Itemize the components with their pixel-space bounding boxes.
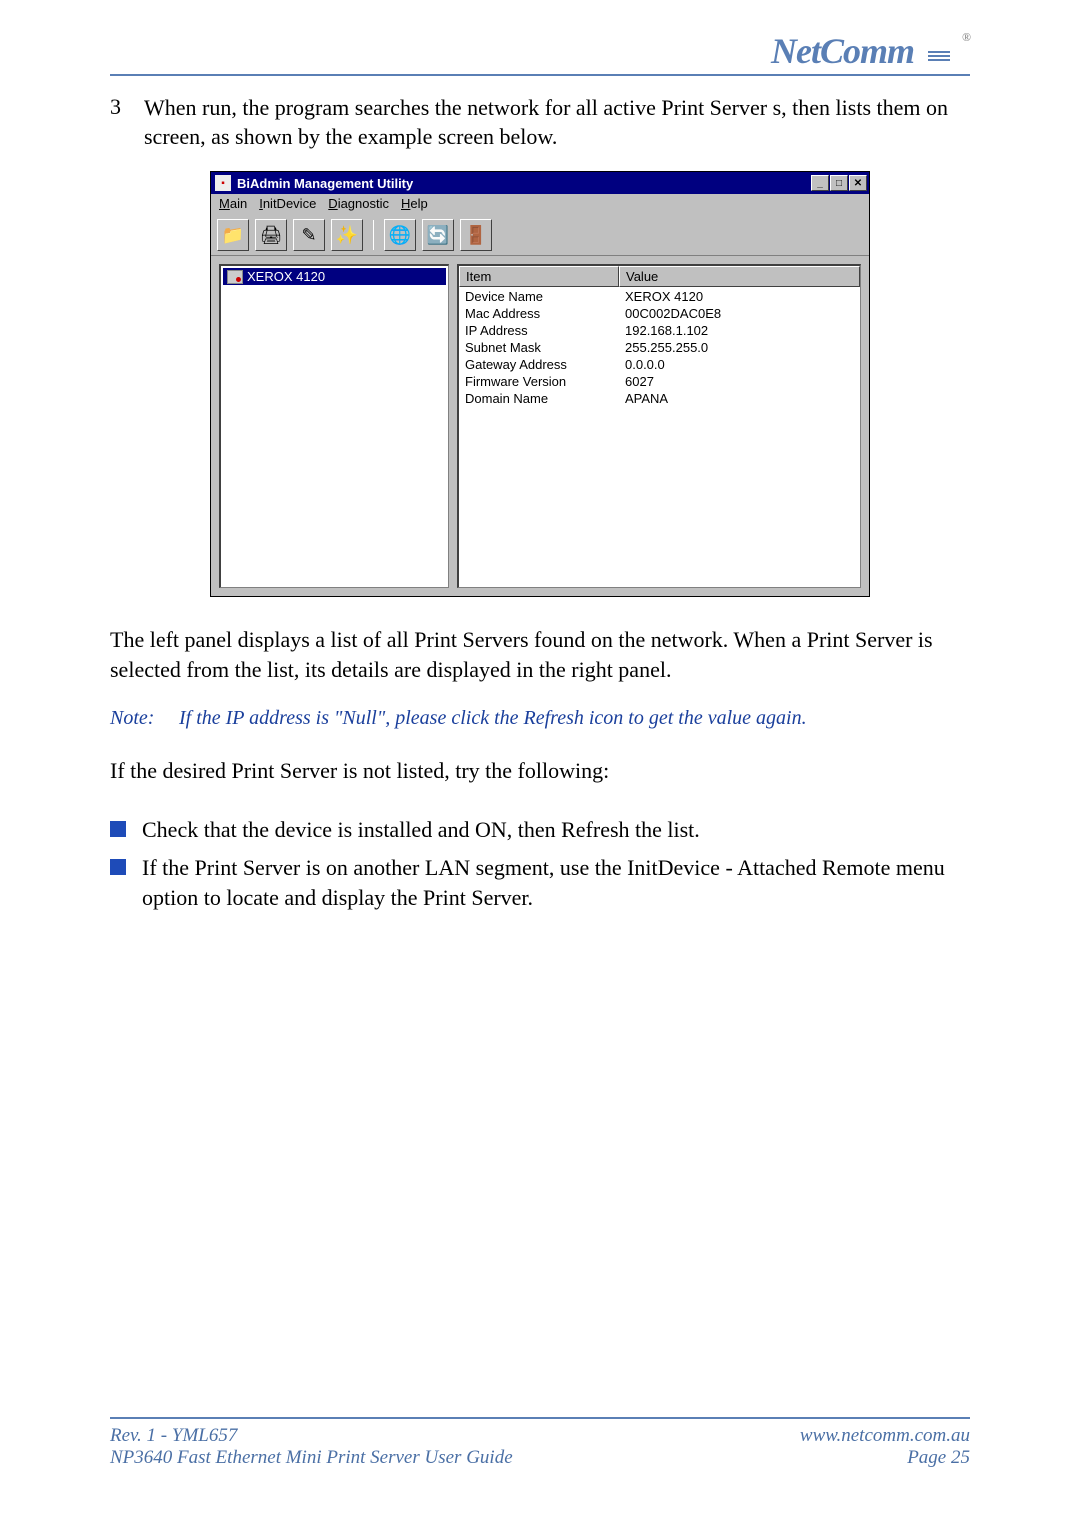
page-header: NetComm ® [110, 30, 970, 76]
detail-row[interactable]: Gateway Address0.0.0.0 [459, 357, 860, 374]
printer-icon [227, 270, 243, 284]
detail-item: Gateway Address [459, 357, 619, 374]
toolbar-btn-exit[interactable]: 🚪 [460, 219, 492, 251]
step-number: 3 [110, 94, 126, 151]
detail-row[interactable]: Mac Address00C002DAC0E8 [459, 306, 860, 323]
step-intro: 3 When run, the program searches the net… [110, 94, 970, 151]
close-button[interactable]: ✕ [849, 175, 867, 191]
minimize-button[interactable]: _ [811, 175, 829, 191]
detail-value: 255.255.255.0 [619, 340, 860, 357]
note: Note: If the IP address is "Null", pleas… [110, 707, 970, 730]
bullet-item: If the Print Server is on another LAN se… [110, 853, 970, 912]
toolbar-btn-3[interactable]: ✎ [293, 219, 325, 251]
detail-row[interactable]: Domain NameAPANA [459, 391, 860, 408]
detail-row[interactable]: Firmware Version6027 [459, 374, 860, 391]
bullet-list: Check that the device is installed and O… [110, 815, 970, 920]
footer: Rev. 1 - YML657 NP3640 Fast Ethernet Min… [110, 1417, 970, 1469]
bullet-item: Check that the device is installed and O… [110, 815, 970, 845]
right-pane: Item Value Device NameXEROX 4120Mac Addr… [457, 264, 861, 588]
app-window: ▪ BiAdmin Management Utility _ □ ✕ Main … [210, 171, 870, 597]
left-pane[interactable]: XEROX 4120 [219, 264, 449, 588]
detail-row[interactable]: IP Address192.168.1.102 [459, 323, 860, 340]
detail-value: 192.168.1.102 [619, 323, 860, 340]
detail-item: Firmware Version [459, 374, 619, 391]
paragraph-2: If the desired Print Server is not liste… [110, 756, 970, 786]
detail-value: 00C002DAC0E8 [619, 306, 860, 323]
footer-page: Page 25 [800, 1447, 970, 1469]
menu-diagnostic[interactable]: Diagnostic [328, 196, 389, 211]
toolbar-separator [373, 220, 374, 250]
footer-rev: Rev. 1 - YML657 [110, 1425, 513, 1447]
toolbar: 📁 🖨 ✎ ✨ 🌐 🔄 🚪 [211, 215, 869, 256]
toolbar-btn-4[interactable]: ✨ [331, 219, 363, 251]
footer-guide: NP3640 Fast Ethernet Mini Print Server U… [110, 1447, 513, 1469]
menubar: Main InitDevice Diagnostic Help [211, 194, 869, 215]
detail-value: APANA [619, 391, 860, 408]
paragraph-1: The left panel displays a list of all Pr… [110, 625, 970, 684]
detail-item: Mac Address [459, 306, 619, 323]
detail-rows: Device NameXEROX 4120Mac Address00C002DA… [459, 287, 860, 409]
note-text: If the IP address is "Null", please clic… [179, 707, 807, 729]
footer-url: www.netcomm.com.au [800, 1425, 970, 1447]
menu-help[interactable]: Help [401, 196, 428, 211]
window-title: BiAdmin Management Utility [237, 176, 811, 191]
detail-value: XEROX 4120 [619, 289, 860, 306]
menu-main[interactable]: Main [219, 196, 247, 211]
col-item[interactable]: Item [459, 266, 619, 287]
app-icon: ▪ [215, 175, 231, 191]
detail-item: IP Address [459, 323, 619, 340]
bullet-glyph [110, 859, 126, 875]
detail-value: 6027 [619, 374, 860, 391]
logo-accent-lines [928, 49, 950, 63]
col-value[interactable]: Value [619, 266, 860, 287]
detail-row[interactable]: Subnet Mask255.255.255.0 [459, 340, 860, 357]
detail-item: Device Name [459, 289, 619, 306]
detail-row[interactable]: Device NameXEROX 4120 [459, 289, 860, 306]
logo-text: NetComm [771, 31, 914, 71]
detail-item: Domain Name [459, 391, 619, 408]
detail-item: Subnet Mask [459, 340, 619, 357]
device-name: XEROX 4120 [247, 269, 325, 284]
bullet-text: If the Print Server is on another LAN se… [142, 853, 970, 912]
toolbar-btn-5[interactable]: 🌐 [384, 219, 416, 251]
maximize-button[interactable]: □ [830, 175, 848, 191]
step-text: When run, the program searches the netwo… [144, 94, 970, 151]
menu-initdevice[interactable]: InitDevice [259, 196, 316, 211]
logo: NetComm ® [771, 30, 970, 72]
right-columns: Item Value [459, 266, 860, 287]
note-label: Note: [110, 707, 174, 730]
toolbar-btn-1[interactable]: 📁 [217, 219, 249, 251]
bullet-glyph [110, 821, 126, 837]
bullet-text: Check that the device is installed and O… [142, 815, 700, 845]
titlebar: ▪ BiAdmin Management Utility _ □ ✕ [211, 172, 869, 194]
toolbar-btn-2[interactable]: 🖨 [255, 219, 287, 251]
toolbar-btn-refresh[interactable]: 🔄 [422, 219, 454, 251]
device-list-item[interactable]: XEROX 4120 [223, 268, 446, 285]
reg-mark: ® [962, 30, 970, 44]
detail-value: 0.0.0.0 [619, 357, 860, 374]
